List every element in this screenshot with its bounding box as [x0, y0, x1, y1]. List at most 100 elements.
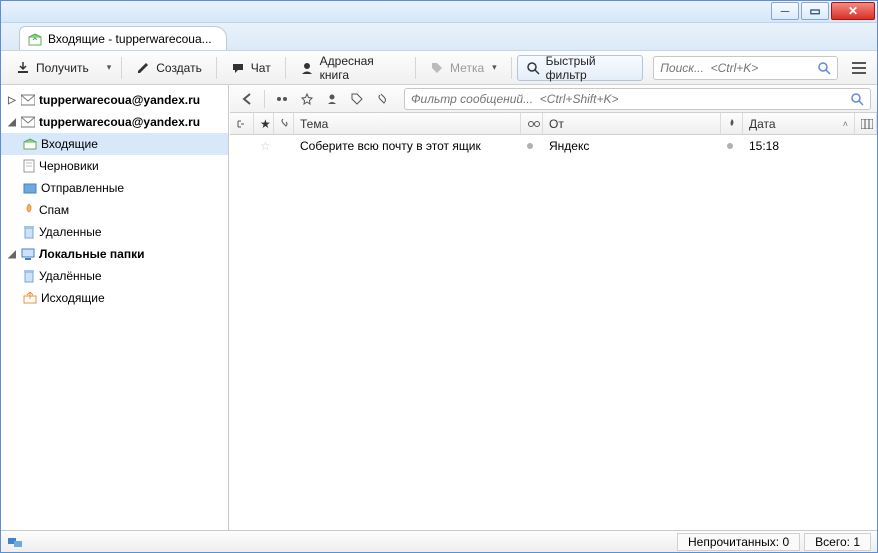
menu-button[interactable]	[846, 55, 871, 81]
chat-button[interactable]: Чат	[222, 55, 280, 81]
col-attachment[interactable]	[274, 113, 294, 134]
folder-label: Удаленные	[39, 225, 102, 239]
create-label: Создать	[156, 61, 202, 75]
flame-icon	[23, 203, 35, 217]
column-header: ★ Тема От Дата˄	[230, 113, 877, 135]
col-status[interactable]	[721, 113, 743, 134]
folder-label: Исходящие	[41, 291, 105, 305]
create-button[interactable]: Создать	[127, 55, 211, 81]
folder-label: Отправленные	[41, 181, 124, 195]
filter-tags-button[interactable]	[346, 89, 368, 109]
addressbook-button[interactable]: Адресная книга	[291, 55, 410, 81]
get-mail-dropdown[interactable]: ▾	[100, 55, 117, 81]
search-input[interactable]	[660, 61, 817, 75]
folder-label: Локальные папки	[39, 247, 145, 261]
chat-icon	[231, 61, 245, 75]
column-picker-icon	[861, 119, 873, 129]
total-label: Всего:	[815, 535, 850, 549]
separator	[285, 57, 286, 79]
separator	[216, 57, 217, 79]
get-mail-label: Получить	[36, 61, 89, 75]
col-read[interactable]	[521, 113, 543, 134]
col-date[interactable]: Дата˄	[743, 113, 855, 134]
trash-icon	[23, 225, 35, 239]
content-area: ▷ tupperwarecoua@yandex.ru ◢ tupperwarec…	[1, 85, 877, 530]
account-row[interactable]: ◢ tupperwarecoua@yandex.ru	[1, 111, 228, 133]
chevron-down-icon: ▾	[492, 62, 497, 73]
col-thread[interactable]	[230, 113, 254, 134]
app-window: ─ ▭ ✕ Входящие - tupperwarecoua... Получ…	[0, 0, 878, 553]
message-list: ☆ Соберите всю почту в этот ящик Яндекс …	[230, 135, 877, 530]
filter-unread-button[interactable]	[271, 89, 293, 109]
envelope-icon	[21, 94, 35, 106]
addressbook-label: Адресная книга	[320, 54, 401, 82]
online-icon[interactable]	[7, 535, 23, 549]
filter-back-button[interactable]	[236, 89, 258, 109]
separator	[264, 90, 265, 108]
col-star[interactable]: ★	[254, 113, 274, 134]
close-button[interactable]: ✕	[831, 2, 875, 20]
flame-icon	[727, 118, 737, 130]
folder-tree: ▷ tupperwarecoua@yandex.ru ◢ tupperwarec…	[1, 85, 229, 530]
thread-icon	[236, 118, 248, 130]
minimize-button[interactable]: ─	[771, 2, 799, 20]
local-folders-row[interactable]: ◢ Локальные папки	[1, 243, 228, 265]
col-from[interactable]: От	[543, 113, 721, 134]
tab-bar: Входящие - tupperwarecoua...	[1, 23, 877, 51]
global-search[interactable]	[653, 56, 838, 80]
separator	[121, 57, 122, 79]
twisty-icon[interactable]: ▷	[7, 95, 17, 106]
unread-panel: Непрочитанных: 0	[677, 533, 800, 551]
maximize-button[interactable]: ▭	[801, 2, 829, 20]
message-row[interactable]: ☆ Соберите всю почту в этот ящик Яндекс …	[230, 135, 877, 157]
outbox-icon	[23, 292, 37, 304]
chat-label: Чат	[251, 61, 271, 75]
message-from: Яндекс	[549, 139, 589, 153]
folder-drafts[interactable]: Черновики	[1, 155, 228, 177]
tag-label: Метка	[450, 61, 484, 75]
read-dot-icon	[527, 143, 533, 149]
message-date: 15:18	[749, 139, 779, 153]
star-icon: ★	[260, 117, 271, 131]
folder-trash[interactable]: Удаленные	[1, 221, 228, 243]
col-subject[interactable]: Тема	[294, 113, 521, 134]
column-picker[interactable]	[855, 113, 877, 134]
total-count: 1	[853, 535, 860, 549]
tag-button[interactable]: Метка ▾	[421, 55, 506, 81]
quickfilter-label: Быстрый фильтр	[546, 54, 635, 82]
folder-spam[interactable]: Спам	[1, 199, 228, 221]
status-dot-icon	[727, 143, 733, 149]
folder-local-trash[interactable]: Удалённые	[1, 265, 228, 287]
folder-outbox[interactable]: Исходящие	[1, 287, 228, 309]
quickfilter-bar	[230, 85, 877, 113]
search-icon[interactable]	[817, 61, 831, 75]
folder-label: Входящие	[41, 137, 98, 151]
twisty-icon[interactable]: ◢	[7, 249, 17, 260]
folder-inbox[interactable]: Входящие	[1, 133, 228, 155]
twisty-icon[interactable]: ◢	[7, 117, 17, 128]
filter-starred-button[interactable]	[296, 89, 318, 109]
account-row[interactable]: ▷ tupperwarecoua@yandex.ru	[1, 89, 228, 111]
pencil-icon	[136, 61, 150, 75]
search-icon[interactable]	[850, 92, 864, 106]
filter-search-input[interactable]	[411, 92, 850, 106]
filter-attachment-button[interactable]	[371, 89, 393, 109]
get-mail-button[interactable]: Получить	[7, 55, 98, 81]
window-titlebar: ─ ▭ ✕	[1, 1, 877, 23]
sent-icon	[23, 182, 37, 194]
person-icon	[300, 61, 314, 75]
total-panel: Всего: 1	[804, 533, 871, 551]
account-label: tupperwarecoua@yandex.ru	[39, 115, 200, 129]
filter-search-box[interactable]	[404, 88, 871, 110]
unread-label: Непрочитанных:	[688, 535, 779, 549]
filter-contact-button[interactable]	[321, 89, 343, 109]
folder-label: Удалённые	[39, 269, 102, 283]
unread-count: 0	[782, 535, 789, 549]
quickfilter-button[interactable]: Быстрый фильтр	[517, 55, 644, 81]
tag-icon	[430, 61, 444, 75]
folder-sent[interactable]: Отправленные	[1, 177, 228, 199]
star-outline-icon[interactable]: ☆	[260, 139, 271, 153]
document-icon	[23, 159, 35, 173]
tab-inbox[interactable]: Входящие - tupperwarecoua...	[19, 26, 227, 50]
status-bar: Непрочитанных: 0 Всего: 1	[1, 530, 877, 552]
